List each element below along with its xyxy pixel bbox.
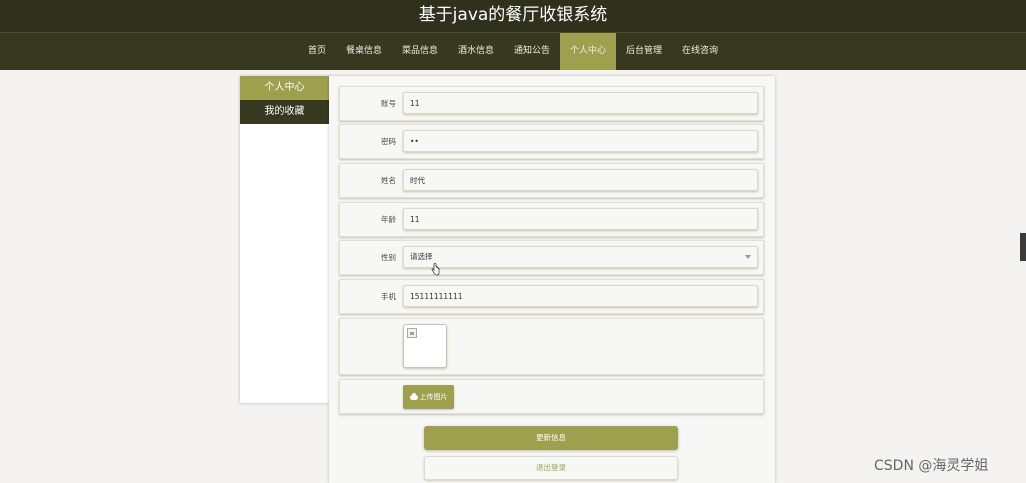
- account-input[interactable]: [403, 92, 758, 114]
- age-label: 年龄: [381, 215, 396, 224]
- password-input[interactable]: [403, 130, 758, 152]
- nav-item-notices[interactable]: 通知公告: [504, 33, 560, 70]
- profile-form: 账号 密码 姓名 年龄 性别 请选择 手机 上传图片 更新信息 退出登录: [329, 76, 775, 483]
- nav-item-consult[interactable]: 在线咨询: [672, 33, 728, 70]
- nav-item-dishes[interactable]: 菜品信息: [392, 33, 448, 70]
- nav-item-profile[interactable]: 个人中心: [560, 33, 617, 70]
- form-row-gender: 性别 请选择: [339, 240, 764, 275]
- upload-button-label: 上传图片: [419, 393, 448, 401]
- update-info-button[interactable]: 更新信息: [424, 426, 678, 450]
- chevron-down-icon: [745, 255, 751, 259]
- name-input[interactable]: [403, 169, 758, 191]
- nav-item-tables[interactable]: 餐桌信息: [336, 33, 392, 70]
- scrollbar-handle[interactable]: [1020, 233, 1026, 261]
- sidebar-item-favorites[interactable]: 我的收藏: [240, 100, 329, 124]
- form-row-age: 年龄: [339, 202, 764, 237]
- gender-select-value: 请选择: [410, 252, 433, 261]
- password-label: 密码: [381, 137, 396, 146]
- watermark: CSDN @海灵学姐: [874, 458, 989, 474]
- nav-item-drinks[interactable]: 酒水信息: [448, 33, 504, 70]
- site-title: 基于java的餐厅收银系统: [0, 0, 1026, 32]
- age-input[interactable]: [403, 208, 758, 230]
- cloud-upload-icon: [409, 392, 418, 400]
- main-nav: 首页 餐桌信息 菜品信息 酒水信息 通知公告 个人中心 后台管理 在线咨询: [0, 32, 1026, 70]
- form-row-account: 账号: [339, 86, 764, 121]
- phone-input[interactable]: [403, 285, 758, 307]
- broken-image-icon: [407, 328, 417, 338]
- form-row-phone: 手机: [339, 279, 764, 314]
- phone-label: 手机: [381, 292, 396, 301]
- gender-label: 性别: [381, 253, 396, 262]
- nav-item-home[interactable]: 首页: [298, 33, 336, 70]
- upload-image-button[interactable]: 上传图片: [403, 385, 454, 409]
- form-row-password: 密码: [339, 124, 764, 159]
- nav-item-admin[interactable]: 后台管理: [616, 33, 672, 70]
- gender-select[interactable]: 请选择: [403, 246, 758, 268]
- logout-button[interactable]: 退出登录: [424, 456, 678, 480]
- avatar-image: [403, 324, 447, 368]
- form-row-upload: 上传图片: [339, 379, 764, 414]
- form-row-name: 姓名: [339, 163, 764, 198]
- account-label: 账号: [381, 99, 396, 108]
- form-row-avatar: [339, 318, 764, 375]
- sidebar-item-profile[interactable]: 个人中心: [240, 76, 329, 100]
- sidebar: 个人中心 我的收藏: [240, 76, 329, 403]
- name-label: 姓名: [381, 176, 396, 185]
- hand-cursor-icon: [431, 263, 440, 276]
